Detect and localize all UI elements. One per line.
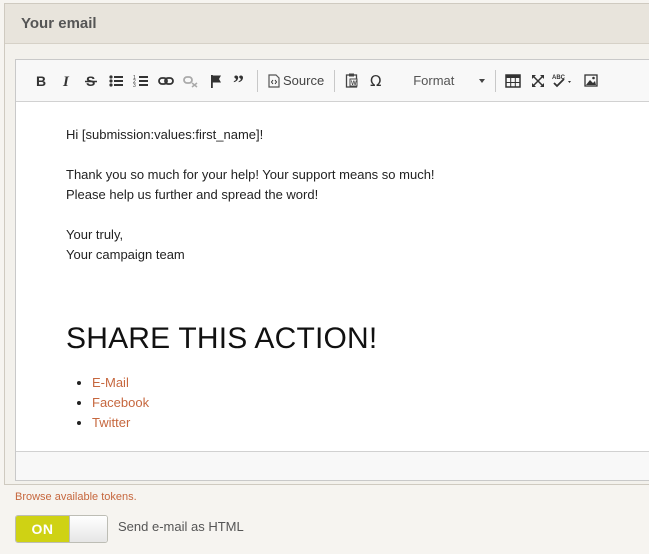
italic-button[interactable]: I xyxy=(53,68,78,94)
svg-text:W: W xyxy=(351,81,357,87)
svg-text:3: 3 xyxy=(133,83,136,88)
toggle-state-label: ON xyxy=(16,516,69,542)
blockquote-button[interactable]: ” xyxy=(228,68,253,94)
table-icon xyxy=(504,73,521,88)
source-label: Source xyxy=(283,73,325,88)
svg-text:I: I xyxy=(62,74,70,88)
bulleted-list-button[interactable] xyxy=(103,68,128,94)
special-character-button[interactable]: Ω xyxy=(364,68,389,94)
signoff-line: Your truly, xyxy=(66,227,124,242)
editor-toolbar: B I S 123 ” xyxy=(16,60,649,102)
paste-from-word-icon: W xyxy=(345,73,358,88)
image-icon xyxy=(584,74,598,87)
toolbar-separator xyxy=(495,69,497,92)
bulleted-list-icon xyxy=(108,74,123,87)
source-icon xyxy=(268,73,280,88)
toggle-knob[interactable] xyxy=(69,516,107,542)
link-button[interactable] xyxy=(153,68,178,94)
maximize-icon xyxy=(531,74,544,87)
blockquote-icon: ” xyxy=(233,74,244,88)
format-label: Format xyxy=(413,73,455,88)
strikethrough-button[interactable]: S xyxy=(78,68,103,94)
spellcheck-button[interactable]: ABC xyxy=(550,68,578,94)
share-link-facebook[interactable]: Facebook xyxy=(92,395,149,410)
svg-text:B: B xyxy=(36,74,46,88)
panel-title: Your email xyxy=(5,4,649,44)
anchor-button[interactable] xyxy=(203,68,228,94)
body-line: Thank you so much for your help! Your su… xyxy=(66,167,435,182)
greeting-text: Hi [submission:values:first_name]! xyxy=(66,127,264,142)
image-button[interactable] xyxy=(578,68,603,94)
toolbar-separator xyxy=(257,69,258,92)
bold-icon: B xyxy=(36,74,46,88)
list-item: Twitter xyxy=(92,413,649,433)
body-line: Please help us further and spread the wo… xyxy=(66,187,319,202)
strikethrough-icon: S xyxy=(84,74,97,88)
share-link-email[interactable]: E-Mail xyxy=(92,375,129,390)
list-item: E-Mail xyxy=(92,373,649,393)
browse-tokens-link[interactable]: Browse available tokens. xyxy=(15,491,137,503)
bold-button[interactable]: B xyxy=(28,68,53,94)
special-character-icon: Ω xyxy=(370,73,381,88)
list-item: Facebook xyxy=(92,393,649,413)
svg-text:Ω: Ω xyxy=(370,73,381,88)
spellcheck-icon: ABC xyxy=(552,75,572,88)
html-email-toggle[interactable]: ON xyxy=(15,515,108,543)
table-button[interactable] xyxy=(500,68,525,94)
maximize-button[interactable] xyxy=(525,68,550,94)
anchor-flag-icon xyxy=(210,74,221,88)
paste-from-word-button[interactable]: W xyxy=(339,68,364,94)
unlink-button[interactable] xyxy=(178,68,203,94)
numbered-list-icon: 123 xyxy=(133,75,148,88)
svg-text:”: ” xyxy=(233,74,244,88)
share-links-list: E-Mail Facebook Twitter xyxy=(66,373,649,433)
editor-content[interactable]: Hi [submission:values:first_name]! Thank… xyxy=(16,102,649,452)
toggle-label: Send e-mail as HTML xyxy=(118,519,244,534)
share-heading: SHARE THIS ACTION! xyxy=(66,322,378,355)
source-button[interactable]: Source xyxy=(262,73,330,88)
share-link-twitter[interactable]: Twitter xyxy=(92,415,130,430)
rich-text-editor: B I S 123 ” xyxy=(15,59,649,481)
format-dropdown[interactable]: Format xyxy=(397,68,491,94)
link-icon xyxy=(157,76,174,85)
italic-icon: I xyxy=(62,74,70,88)
editor-status-bar xyxy=(16,451,649,480)
toolbar-separator xyxy=(334,69,336,92)
unlink-icon xyxy=(182,75,197,88)
email-panel: Your email B I S 123 xyxy=(4,3,649,485)
numbered-list-button[interactable]: 123 xyxy=(128,68,153,94)
signoff-line: Your campaign team xyxy=(66,247,185,262)
chevron-down-icon xyxy=(479,78,486,83)
